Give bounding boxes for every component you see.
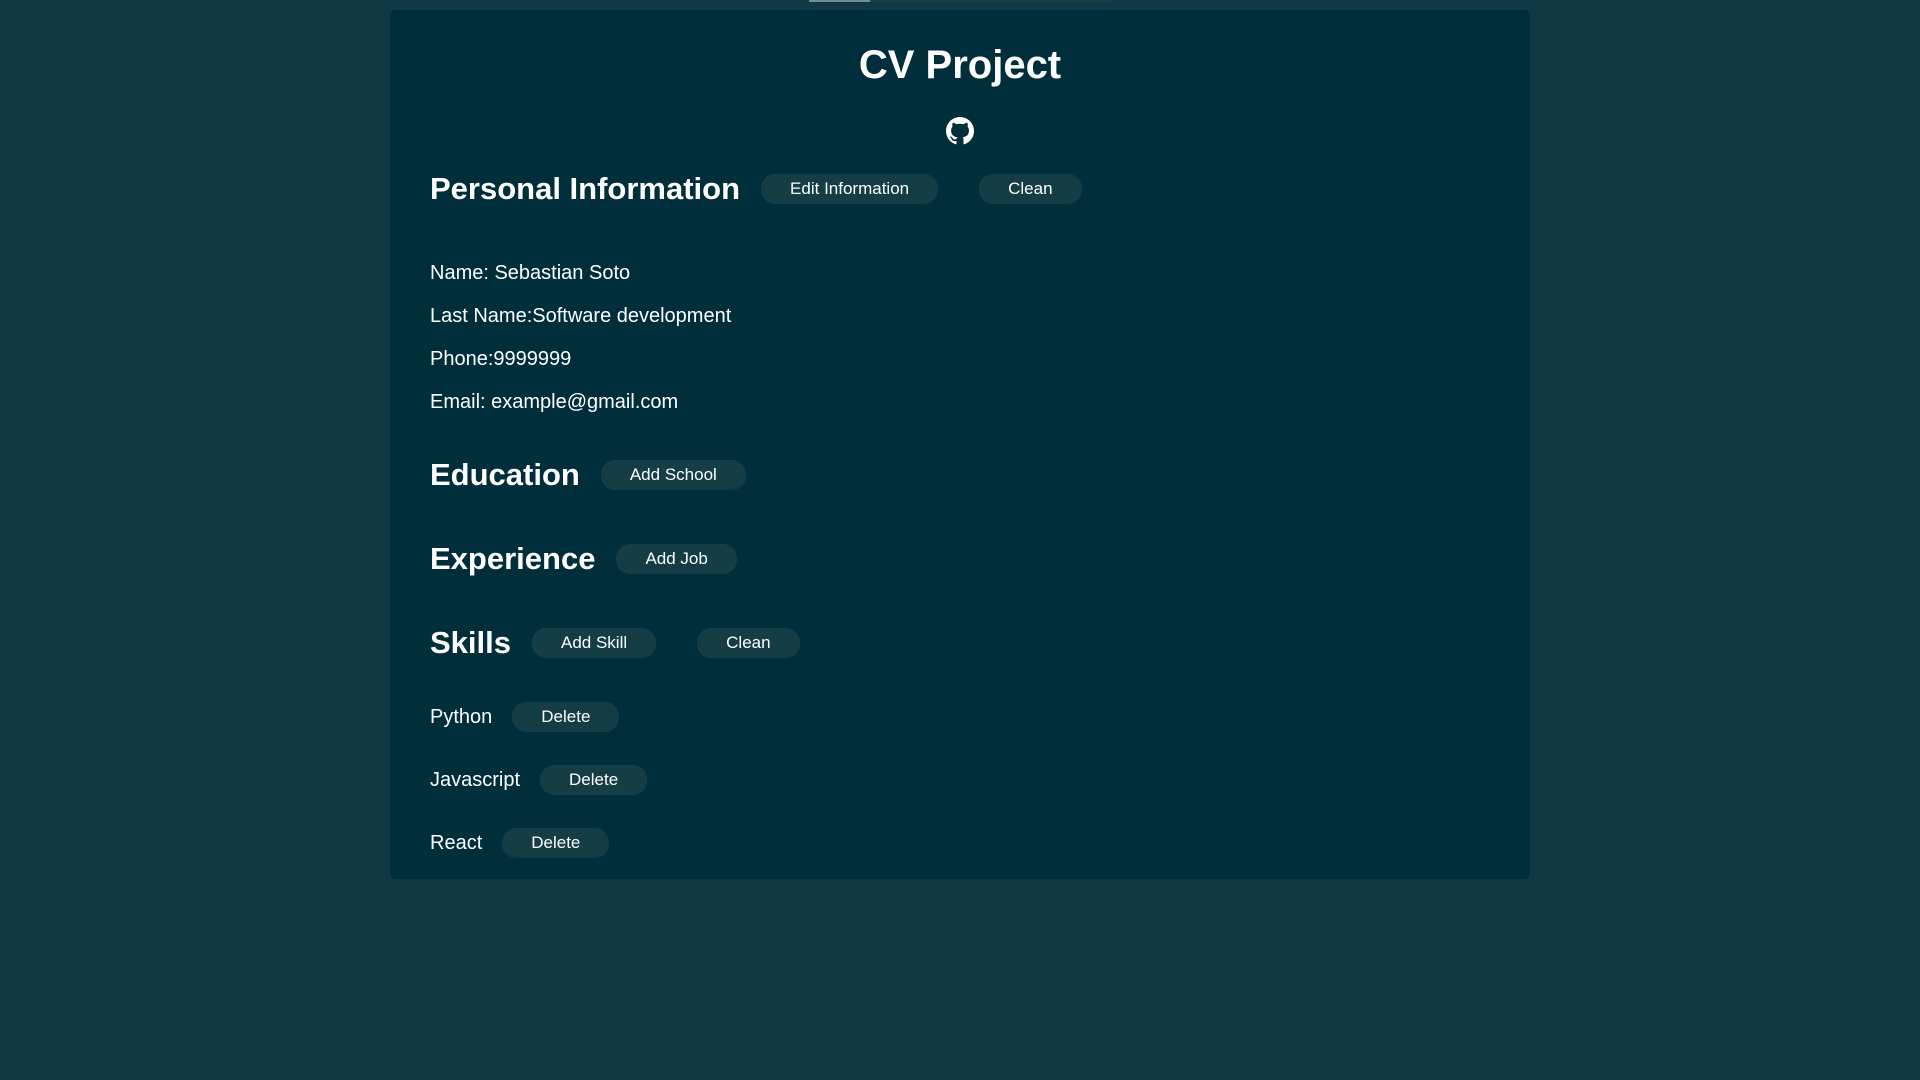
top-scroll-indicator: [809, 0, 1112, 2]
delete-skill-button[interactable]: Delete: [512, 702, 620, 732]
add-school-button[interactable]: Add School: [600, 460, 746, 490]
top-scroll-indicator-thumb: [809, 0, 870, 2]
experience-header: Experience Add Job: [430, 540, 1490, 578]
page-title: CV Project: [858, 43, 1062, 87]
experience-heading: Experience: [430, 541, 596, 576]
phone-line: Phone:9999999: [430, 348, 572, 370]
personal-info-header: Personal Information Edit Information Cl…: [430, 170, 1490, 208]
skills-heading: Skills: [430, 625, 511, 660]
name-line: Name: Sebastian Soto: [430, 262, 631, 284]
email-line: Email: example@gmail.com: [430, 391, 679, 413]
education-header: Education Add School: [430, 456, 1490, 494]
cv-card: CV Project Personal Information Edit Inf…: [390, 10, 1530, 879]
delete-skill-button[interactable]: Delete: [540, 765, 648, 795]
add-job-button[interactable]: Add Job: [616, 544, 737, 574]
education-heading: Education: [430, 457, 580, 492]
delete-skill-button[interactable]: Delete: [502, 828, 610, 858]
skills-header: Skills Add Skill Clean: [430, 624, 1490, 662]
github-link[interactable]: [430, 115, 1490, 147]
skill-item: Javascript Delete: [430, 764, 1490, 796]
skill-item: React Delete: [430, 827, 1490, 859]
skills-clean-button[interactable]: Clean: [697, 628, 800, 658]
github-icon[interactable]: [946, 117, 974, 145]
skill-item: Python Delete: [430, 701, 1490, 733]
skill-name: Javascript: [430, 769, 521, 791]
personal-clean-button[interactable]: Clean: [979, 174, 1082, 204]
last-name-line: Last Name:Software development: [430, 305, 732, 327]
edit-information-button[interactable]: Edit Information: [761, 174, 939, 204]
personal-info-heading: Personal Information: [430, 171, 741, 206]
skill-name: Python: [430, 706, 493, 728]
skill-name: React: [430, 832, 483, 854]
add-skill-button[interactable]: Add Skill: [532, 628, 657, 658]
